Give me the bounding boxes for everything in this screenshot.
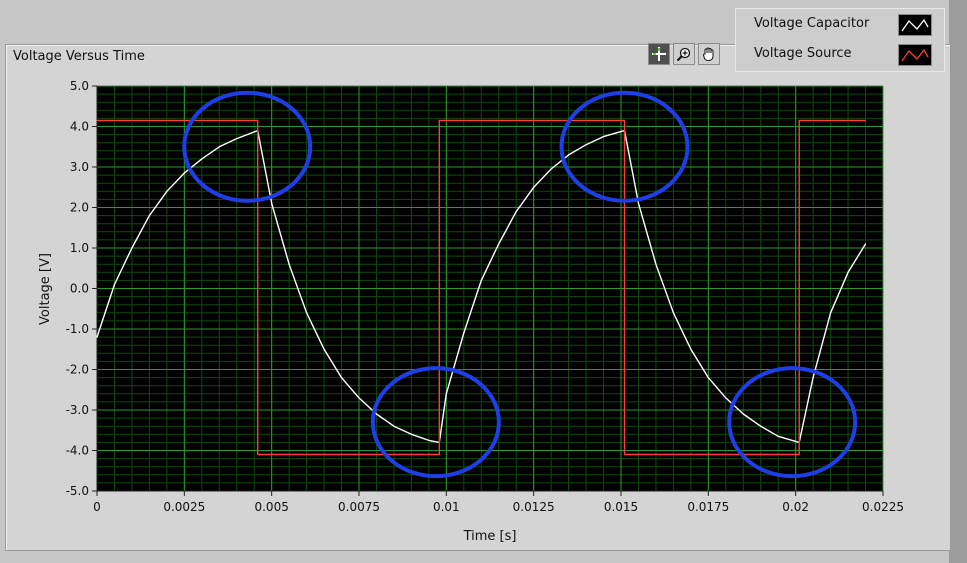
data-point (271, 202, 273, 205)
y-tick-label: 2.0 (70, 201, 89, 215)
data-point (358, 397, 360, 399)
data-point (375, 413, 378, 415)
data-point (623, 119, 626, 122)
data-point (690, 348, 692, 350)
data-point (480, 279, 482, 281)
data-point (236, 138, 238, 140)
data-point (166, 190, 168, 192)
y-tick-label: -1.0 (66, 322, 89, 336)
data-point (264, 166, 266, 168)
y-tick-label: 1.0 (70, 241, 89, 255)
data-point (183, 172, 185, 174)
data-point (623, 453, 626, 456)
x-tick-label: 0.0225 (862, 500, 904, 514)
data-point (498, 243, 500, 245)
data-point (602, 136, 605, 138)
y-tick-label: 5.0 (70, 79, 89, 93)
data-point (550, 168, 552, 170)
data-point (131, 247, 133, 249)
data-point (257, 119, 259, 122)
data-point (533, 186, 535, 188)
data-point (777, 435, 779, 437)
data-point (515, 210, 517, 213)
data-point (96, 336, 98, 338)
data-point (463, 332, 465, 334)
x-tick-label: 0.01 (433, 500, 460, 514)
data-point (847, 271, 849, 273)
x-axis-label: Time [s] (463, 529, 517, 544)
y-tick-label: -3.0 (66, 403, 89, 417)
data-point (438, 453, 440, 456)
data-point (393, 425, 395, 427)
data-point (445, 393, 447, 395)
x-tick-label: 0.015 (604, 500, 638, 514)
data-point (218, 146, 220, 148)
data-point (201, 158, 203, 160)
y-tick-label: 3.0 (70, 160, 89, 174)
voltage-time-chart: 0 0.0025 0.005 0.0075 0.01 0.0125 0.015 0.0175 0… (38, 79, 904, 544)
data-point (438, 119, 440, 122)
data-point (428, 439, 430, 441)
data-point (830, 312, 832, 314)
data-point (812, 377, 814, 379)
data-point (340, 377, 343, 379)
x-tick-label: 0.02 (782, 500, 809, 514)
y-tick-label: -4.0 (66, 444, 89, 458)
data-point (568, 154, 570, 156)
data-point (288, 263, 290, 265)
data-point (410, 433, 412, 435)
data-point (637, 202, 640, 205)
data-point (707, 377, 709, 379)
data-point (725, 397, 727, 399)
y-tick-label: -5.0 (66, 484, 89, 498)
y-tick-label: -2.0 (66, 363, 89, 377)
x-tick-label: 0 (93, 500, 101, 514)
data-point (585, 144, 587, 146)
data-point (148, 215, 150, 217)
data-point (742, 413, 744, 415)
data-point (672, 312, 675, 314)
data-point (864, 243, 867, 245)
x-tick-label: 0.005 (254, 500, 288, 514)
data-point (96, 119, 98, 122)
y-tick-label: 0.0 (70, 282, 89, 296)
data-point (630, 166, 633, 168)
data-point (864, 119, 867, 122)
x-tick-label: 0.0175 (687, 500, 729, 514)
y-tick-label: 4.0 (70, 120, 89, 134)
data-point (113, 283, 116, 286)
x-tick-label: 0.0075 (338, 500, 380, 514)
x-tick-label: 0.0025 (163, 500, 205, 514)
data-point (798, 453, 800, 456)
data-point (655, 263, 657, 265)
y-axis-label: Voltage [V] (38, 253, 53, 325)
data-point (257, 453, 259, 456)
data-point (306, 312, 308, 314)
data-point (323, 348, 325, 350)
x-tick-label: 0.0125 (513, 500, 555, 514)
data-point (760, 425, 762, 427)
data-point (798, 119, 800, 122)
